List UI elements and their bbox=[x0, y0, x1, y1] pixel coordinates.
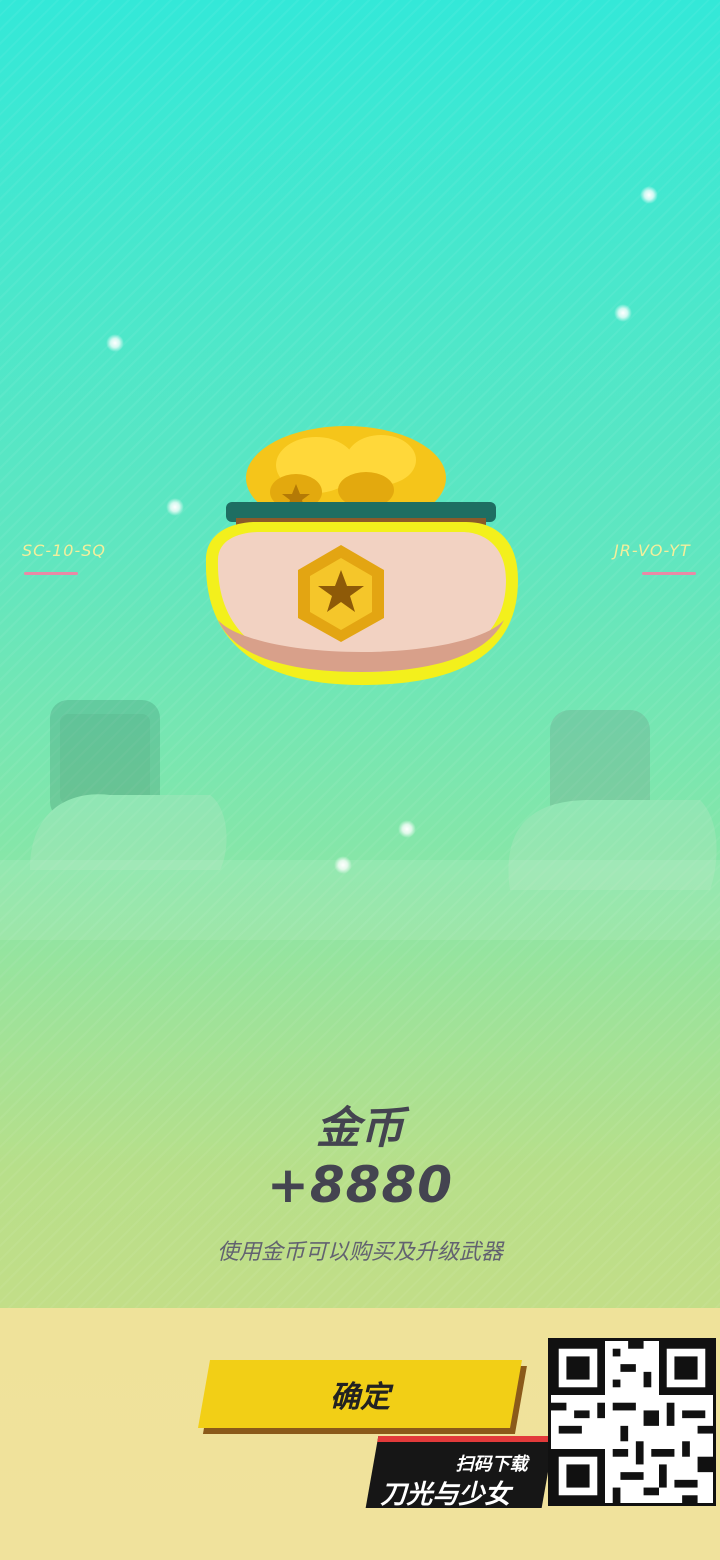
game-name: 刀光与少女 bbox=[380, 1480, 511, 1510]
right-robot-silhouette bbox=[508, 710, 717, 890]
right-side-label: JR-VO-YT bbox=[614, 541, 691, 560]
coin-pot-icon bbox=[205, 426, 518, 685]
sparkle-icon bbox=[614, 304, 632, 322]
right-side-underline bbox=[642, 572, 696, 575]
sparkle-icon bbox=[398, 820, 416, 838]
confirm-button[interactable]: 确定 bbox=[198, 1360, 522, 1428]
sparkle-icon bbox=[106, 334, 124, 352]
left-side-label: SC-10-SQ bbox=[22, 541, 106, 560]
reward-amount: +8880 bbox=[266, 1156, 454, 1214]
sparkle-icon bbox=[334, 856, 352, 874]
left-robot-silhouette bbox=[30, 700, 227, 870]
left-side-underline bbox=[24, 572, 78, 575]
reward-description: 使用金币可以购买及升级武器 bbox=[216, 1240, 503, 1265]
reward-title: 金币 bbox=[316, 1103, 404, 1154]
qr-code[interactable] bbox=[548, 1338, 716, 1506]
sparkle-icon bbox=[166, 498, 184, 516]
download-promo[interactable]: 扫码下载 刀光与少女 bbox=[365, 1436, 555, 1510]
confirm-button-label: 确定 bbox=[330, 1380, 390, 1415]
sparkle-icon bbox=[640, 186, 658, 204]
scan-download-text: 扫码下载 bbox=[455, 1454, 528, 1475]
